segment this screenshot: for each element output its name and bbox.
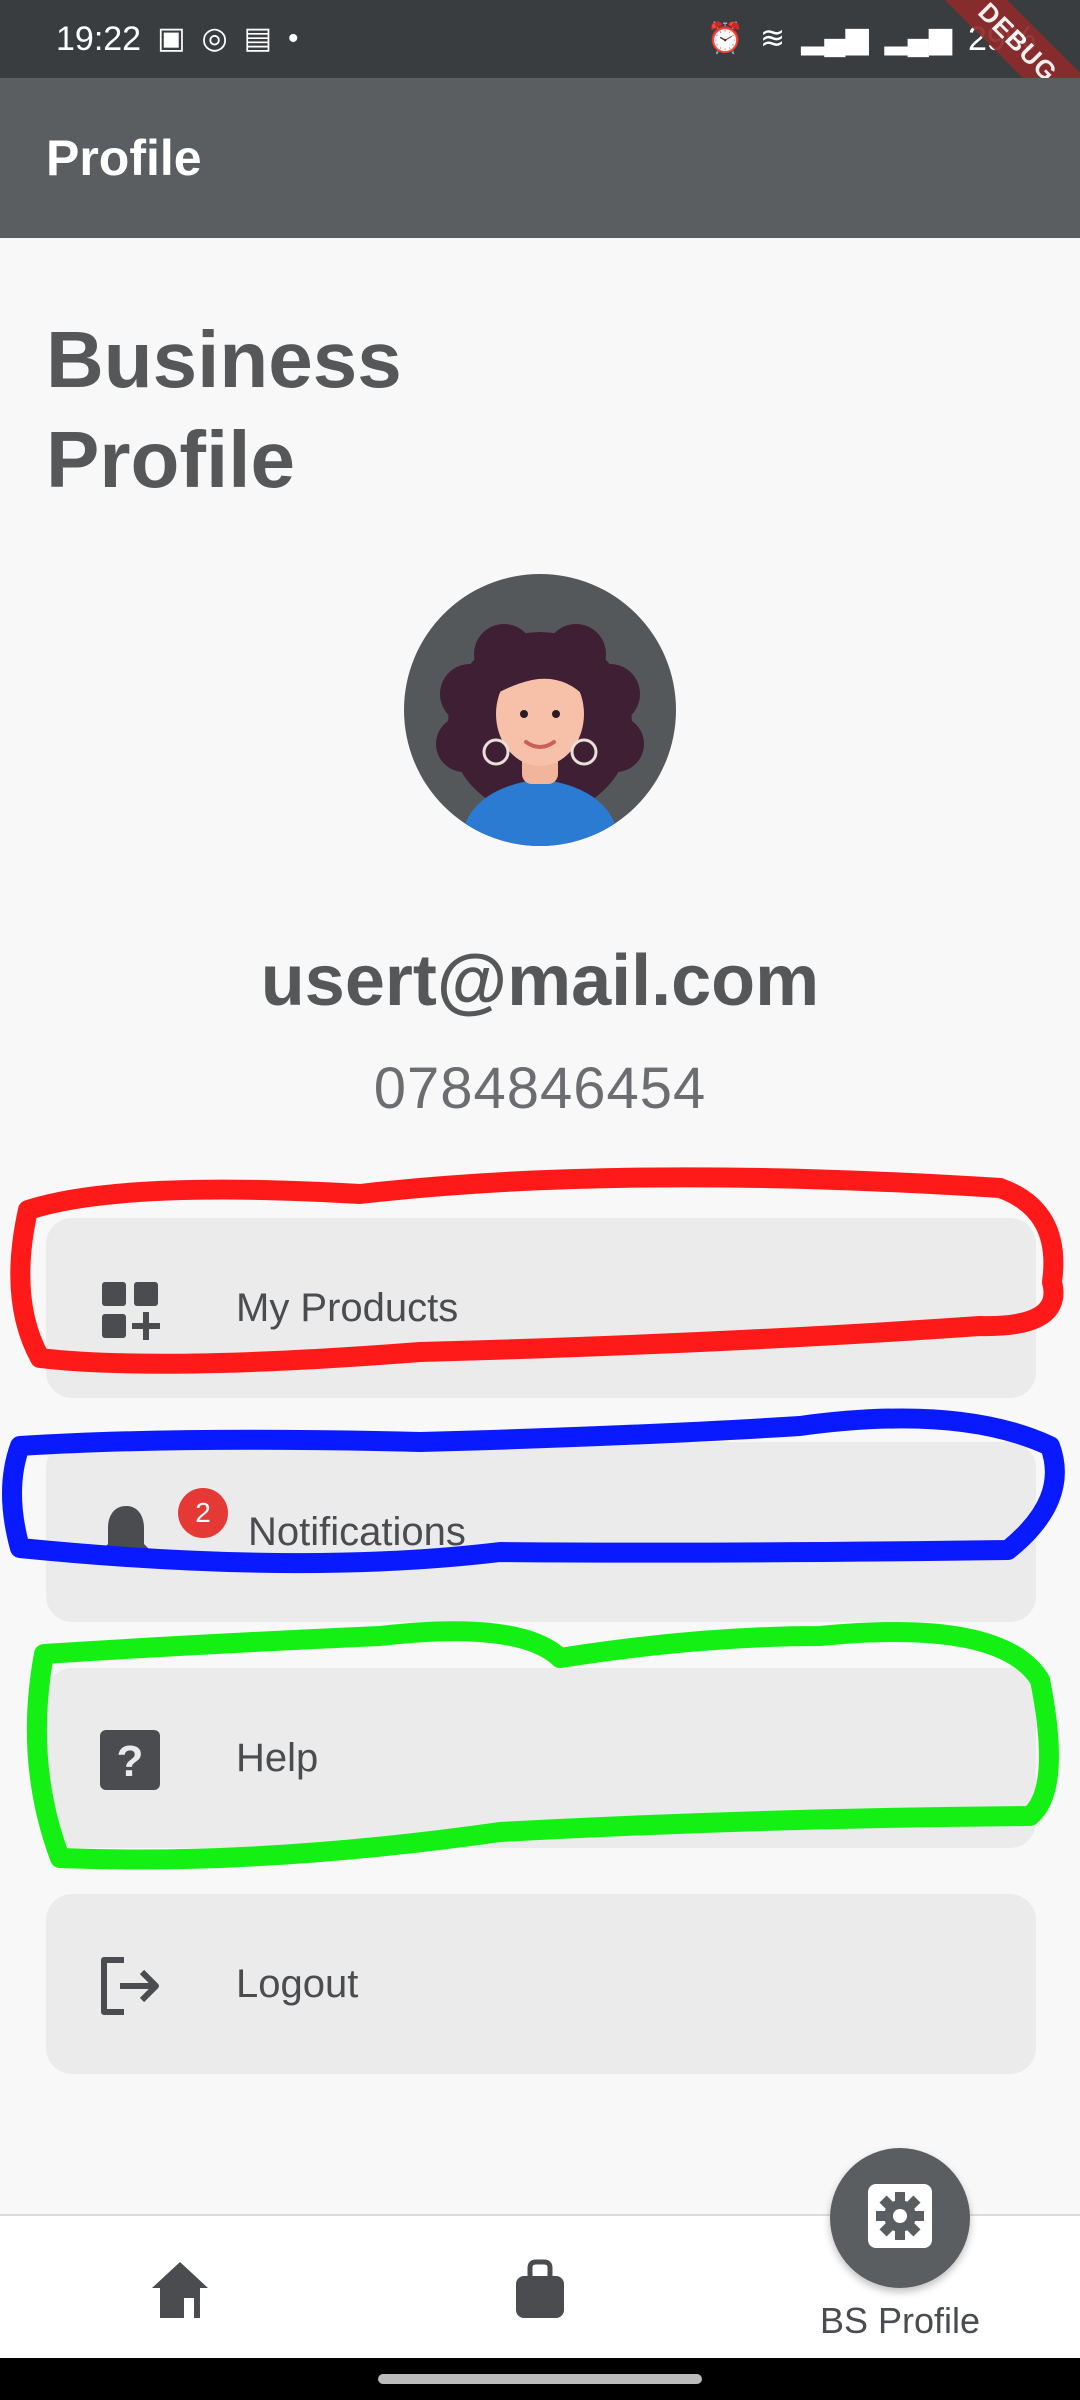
menu-item-notifications[interactable]: 2 Notifications xyxy=(46,1442,1036,1622)
status-left: 19:22 ▣ ◎ ▤ • xyxy=(56,20,299,59)
page-title: Business Profile xyxy=(46,315,402,504)
gallery-icon: ▣ xyxy=(157,22,186,55)
avatar-illustration xyxy=(436,624,644,846)
outlook-icon: ▤ xyxy=(243,22,272,55)
notification-badge: 2 xyxy=(178,1488,228,1538)
dot-icon: • xyxy=(288,22,299,55)
avatar xyxy=(404,574,676,846)
home-icon[interactable] xyxy=(148,2258,212,2322)
bag-icon[interactable] xyxy=(508,2258,572,2322)
logout-icon xyxy=(98,1954,162,2018)
menu-item-label: Notifications xyxy=(248,1509,466,1554)
menu-item-label: My Products xyxy=(236,1285,459,1330)
profile-phone: 0784846454 xyxy=(373,1056,707,1121)
signal-icon: ▂▄▆ xyxy=(801,22,869,55)
help-square-icon: ? xyxy=(98,1728,162,1792)
menu-item-my-products[interactable]: My Products xyxy=(46,1218,1036,1398)
app-bar-title: Profile xyxy=(46,130,202,186)
menu-item-label: Help xyxy=(236,1735,319,1780)
menu-item-help[interactable]: ? Help xyxy=(46,1668,1036,1848)
svg-text:?: ? xyxy=(117,1737,144,1786)
menu-item-label: Logout xyxy=(236,1961,359,2006)
gesture-bar xyxy=(0,2358,1080,2400)
whatsapp-icon: ◎ xyxy=(201,22,228,55)
status-bar: 19:22 ▣ ◎ ▤ • ⏰ ≋ ▂▄▆ ▂▄▆ 29% DEBUG xyxy=(0,0,1080,143)
bell-icon: 2 xyxy=(94,1488,228,1566)
bs-profile-button[interactable] xyxy=(830,2148,970,2288)
signal-icon-2: ▂▄▆ xyxy=(884,22,952,55)
profile-email: usert@mail.com xyxy=(260,941,820,1021)
status-time: 19:22 xyxy=(56,19,142,58)
gesture-handle[interactable] xyxy=(378,2374,702,2384)
wifi-icon: ≋ xyxy=(759,22,786,55)
bs-profile-label: BS Profile xyxy=(819,2300,981,2341)
alarm-icon: ⏰ xyxy=(706,22,744,55)
app-bar: Profile xyxy=(0,78,1080,238)
settings-icon xyxy=(868,2183,932,2253)
menu-item-logout[interactable]: Logout xyxy=(46,1894,1036,2074)
grid-plus-icon xyxy=(98,1278,162,1342)
